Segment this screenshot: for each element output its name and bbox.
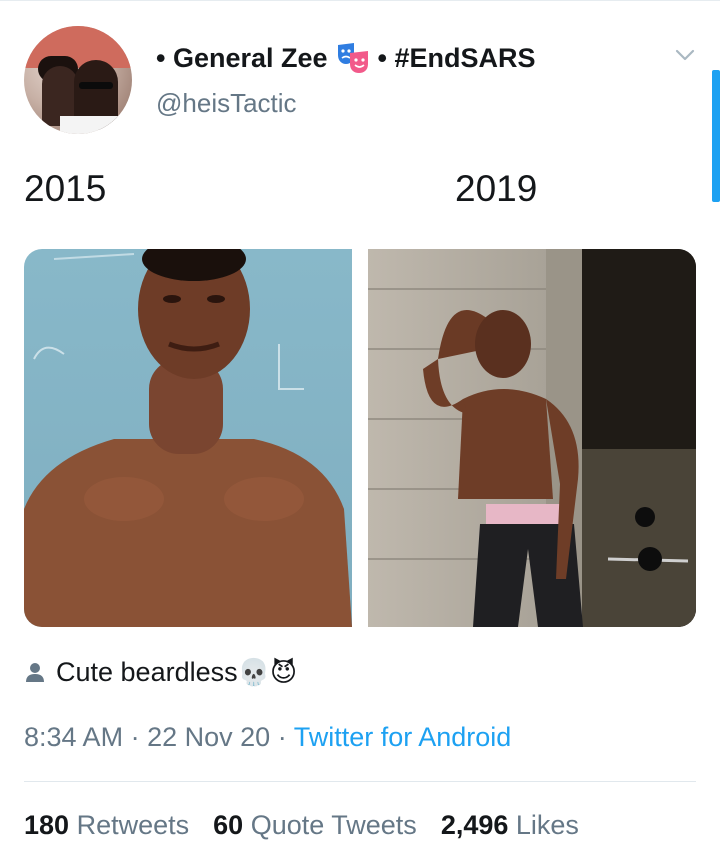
tweet-source-link[interactable]: Twitter for Android xyxy=(294,722,512,752)
scrollbar-thumb[interactable] xyxy=(712,70,720,202)
tweet-text-2019: 2019 xyxy=(455,168,538,209)
photo-2019-illustration xyxy=(368,249,696,627)
tweet-text-2015: 2015 xyxy=(24,168,107,209)
tweet-time[interactable]: 8:34 AM xyxy=(24,722,123,752)
photo-2015-illustration xyxy=(24,249,352,627)
author-name-line[interactable]: • General Zee • #EndSARS xyxy=(156,40,536,76)
quote-tweets-label: Quote Tweets xyxy=(250,810,417,840)
tweet-caption: Cute beardless💀😈 xyxy=(24,654,297,690)
display-name: • General Zee xyxy=(156,42,328,73)
quote-tweets-stat[interactable]: 60 Quote Tweets xyxy=(213,810,417,841)
retweets-stat[interactable]: 180 Retweets xyxy=(24,810,189,841)
skull-emoji-icon: 💀 xyxy=(237,656,270,687)
chevron-down-icon[interactable] xyxy=(674,44,696,66)
user-handle[interactable]: @heisTactic xyxy=(156,88,297,119)
media-photo-2015[interactable] xyxy=(24,249,352,627)
likes-label: Likes xyxy=(515,810,579,840)
tweet-date[interactable]: 22 Nov 20 xyxy=(147,722,270,752)
display-name-suffix: • #EndSARS xyxy=(377,42,536,73)
retweets-label: Retweets xyxy=(76,810,190,840)
retweets-count: 180 xyxy=(24,810,70,840)
person-icon xyxy=(26,663,44,682)
smiling-devil-emoji-icon: 😈 xyxy=(269,656,298,687)
engagement-stats: 180 Retweets 60 Quote Tweets 2,496 Likes xyxy=(24,810,579,841)
likes-count: 2,496 xyxy=(440,810,509,840)
stats-divider xyxy=(24,781,696,782)
performing-arts-masks-icon xyxy=(337,43,368,73)
likes-stat[interactable]: 2,496 Likes xyxy=(441,810,579,841)
avatar[interactable] xyxy=(24,26,132,134)
quote-tweets-count: 60 xyxy=(213,810,244,840)
caption-text: Cute beardless xyxy=(56,656,238,687)
tweet-metadata: 8:34 AM · 22 Nov 20 · Twitter for Androi… xyxy=(24,722,512,752)
media-photo-2019[interactable] xyxy=(368,249,696,627)
top-divider xyxy=(0,0,720,1)
